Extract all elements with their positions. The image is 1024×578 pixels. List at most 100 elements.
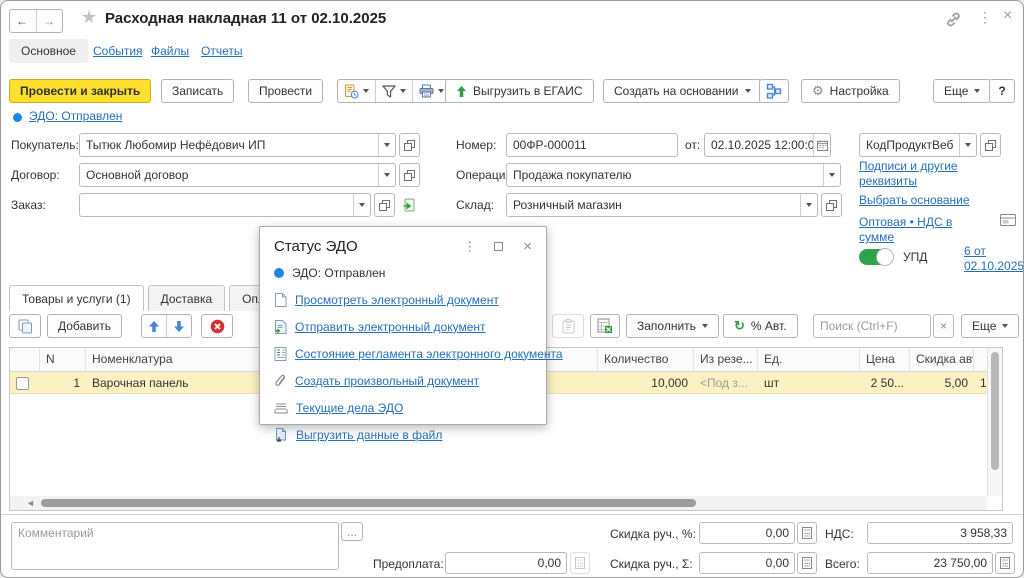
buyer-dropdown-button[interactable] [378, 134, 395, 156]
comment-expand-button[interactable]: ... [341, 522, 363, 541]
contract-dropdown-button[interactable] [378, 164, 395, 186]
chevron-down-icon [965, 143, 971, 147]
copy-link-icon[interactable] [945, 11, 962, 28]
code-product-input[interactable]: КодПродуктВеб [859, 133, 977, 157]
col-reserve[interactable]: Из резе... [694, 348, 758, 371]
auto-discount-button[interactable]: ↻ % Авт. [723, 314, 798, 338]
popup-close-icon[interactable]: × [523, 239, 532, 254]
date-input[interactable]: 02.10.2025 12:00:00 [704, 133, 831, 157]
horizontal-scrollbar-thumb[interactable] [40, 499, 696, 507]
add-row-button[interactable]: Добавить [47, 314, 123, 338]
cell-quantity: 10,000 [651, 375, 688, 390]
horizontal-scrollbar[interactable]: ◄ [10, 496, 987, 510]
copy-row-button[interactable] [9, 314, 41, 338]
col-price[interactable]: Цена [860, 348, 910, 371]
operation-dropdown-button[interactable] [823, 164, 840, 186]
post-button[interactable]: Провести [248, 79, 324, 103]
upd-doc-link[interactable]: 6 от 02.10.2025 [964, 244, 1023, 274]
order-import-button[interactable] [399, 193, 420, 217]
cell-price: 2 50... [870, 375, 904, 390]
col-n[interactable]: N [40, 348, 86, 371]
row-checkbox[interactable] [16, 376, 29, 390]
contract-open-button[interactable] [399, 163, 420, 187]
tab-delivery[interactable]: Доставка [147, 285, 226, 311]
code-product-open-button[interactable] [980, 133, 1001, 157]
tab-goods-services[interactable]: Товары и услуги (1) [9, 285, 144, 311]
back-button[interactable]: ← [10, 10, 36, 32]
goods-more-button[interactable]: Еще [961, 314, 1020, 338]
create-based-on-button[interactable]: Создать на основании [603, 79, 762, 103]
move-down-button[interactable] [166, 315, 191, 337]
warehouse-input[interactable]: Розничный магазин [506, 193, 818, 217]
upd-toggle[interactable] [859, 248, 894, 266]
choose-base-link[interactable]: Выбрать основание [859, 193, 970, 207]
favorite-star-icon[interactable]: ★ [81, 7, 97, 28]
operation-input[interactable]: Продажа покупателю [506, 163, 841, 187]
price-type-vat-link[interactable]: Оптовая • НДС в сумме [859, 215, 981, 245]
close-icon[interactable]: × [1003, 7, 1012, 25]
tab-reports[interactable]: Отчеты [201, 44, 242, 58]
filter-button[interactable] [375, 80, 412, 102]
comment-input[interactable] [12, 523, 338, 569]
popup-item-export-to-file[interactable]: Выгрузить данные в файл [260, 421, 546, 448]
delete-row-button[interactable] [201, 314, 233, 338]
popup-item-view-document[interactable]: Просмотреть электронный документ [260, 286, 546, 313]
document-structure-button[interactable] [759, 79, 789, 103]
vertical-scrollbar-thumb[interactable] [991, 352, 999, 470]
popup-item-create-arbitrary[interactable]: Создать произвольный документ [260, 367, 546, 394]
fill-button[interactable]: Заполнить [626, 314, 719, 338]
settings-button[interactable]: ⚙ Настройка [801, 79, 900, 103]
scroll-left-arrow-icon[interactable]: ◄ [26, 498, 35, 508]
code-product-dropdown-button[interactable] [959, 134, 976, 156]
edo-status-link[interactable]: ЭДО: Отправлен [29, 109, 122, 123]
discount-sum-calc-button[interactable] [797, 552, 817, 574]
order-dropdown-button[interactable] [353, 194, 370, 216]
popup-item-send-document[interactable]: Отправить электронный документ [260, 313, 546, 340]
col-unit[interactable]: Ед. [758, 348, 860, 371]
warehouse-open-button[interactable] [821, 193, 842, 217]
total-calc-button[interactable] [995, 552, 1015, 574]
tab-files[interactable]: Файлы [151, 44, 189, 58]
popup-menu-kebab-icon[interactable]: ⋮ [463, 239, 476, 255]
forward-button[interactable]: → [36, 10, 62, 32]
popup-maximize-icon[interactable] [494, 242, 504, 251]
manual-discount-sum-field[interactable]: 0,00 [699, 552, 795, 574]
posting-journal-button[interactable] [338, 80, 375, 102]
paste-row-button[interactable] [552, 314, 584, 338]
buyer-input[interactable]: Тытюк Любомир Нефёдович ИП [79, 133, 396, 157]
more-button[interactable]: Еще [933, 79, 992, 103]
save-button[interactable]: Записать [161, 79, 235, 103]
search-input[interactable] [814, 319, 930, 333]
prepay-calc-button[interactable] [570, 552, 590, 574]
col-quantity[interactable]: Количество [598, 348, 694, 371]
popup-link-label: Создать произвольный документ [295, 373, 480, 388]
prepay-field[interactable]: 0,00 [445, 552, 567, 574]
total-field[interactable]: 23 750,00 [867, 552, 993, 574]
signatures-link[interactable]: Подписи и другие реквизиты [859, 159, 984, 189]
popup-item-current-edo-tasks[interactable]: Текущие дела ЭДО [260, 394, 546, 421]
order-open-button[interactable] [374, 193, 395, 217]
help-button[interactable]: ? [989, 79, 1015, 103]
post-and-close-button[interactable]: Провести и закрыть [9, 79, 152, 103]
discount-pct-calc-button[interactable] [797, 522, 817, 544]
arrow-up-green-icon [456, 85, 467, 98]
order-input[interactable] [79, 193, 371, 217]
window-menu-kebab-icon[interactable]: ⋮ [978, 9, 992, 26]
tab-main[interactable]: Основное [9, 39, 88, 63]
egais-upload-button[interactable]: Выгрузить в ЕГАИС [445, 79, 594, 103]
col-auto-discount[interactable]: Скидка авт. [910, 348, 974, 371]
popup-item-regulation-state[interactable]: Состояние регламента электронного докуме… [260, 340, 563, 367]
buyer-open-button[interactable] [399, 133, 420, 157]
contract-input[interactable]: Основной договор [79, 163, 396, 187]
tab-events[interactable]: События [93, 44, 143, 58]
warehouse-dropdown-button[interactable] [800, 194, 817, 216]
manual-discount-pct-field[interactable]: 0,00 [699, 522, 795, 544]
structure-icon [766, 83, 782, 99]
number-input[interactable]: 00ФР-000011 [506, 133, 678, 157]
load-from-file-button[interactable] [590, 314, 620, 338]
move-up-button[interactable] [142, 315, 166, 337]
clear-search-button[interactable]: × [933, 314, 954, 338]
vertical-scrollbar[interactable] [987, 348, 1002, 496]
calendar-button[interactable] [813, 134, 830, 156]
search-box [813, 314, 931, 338]
